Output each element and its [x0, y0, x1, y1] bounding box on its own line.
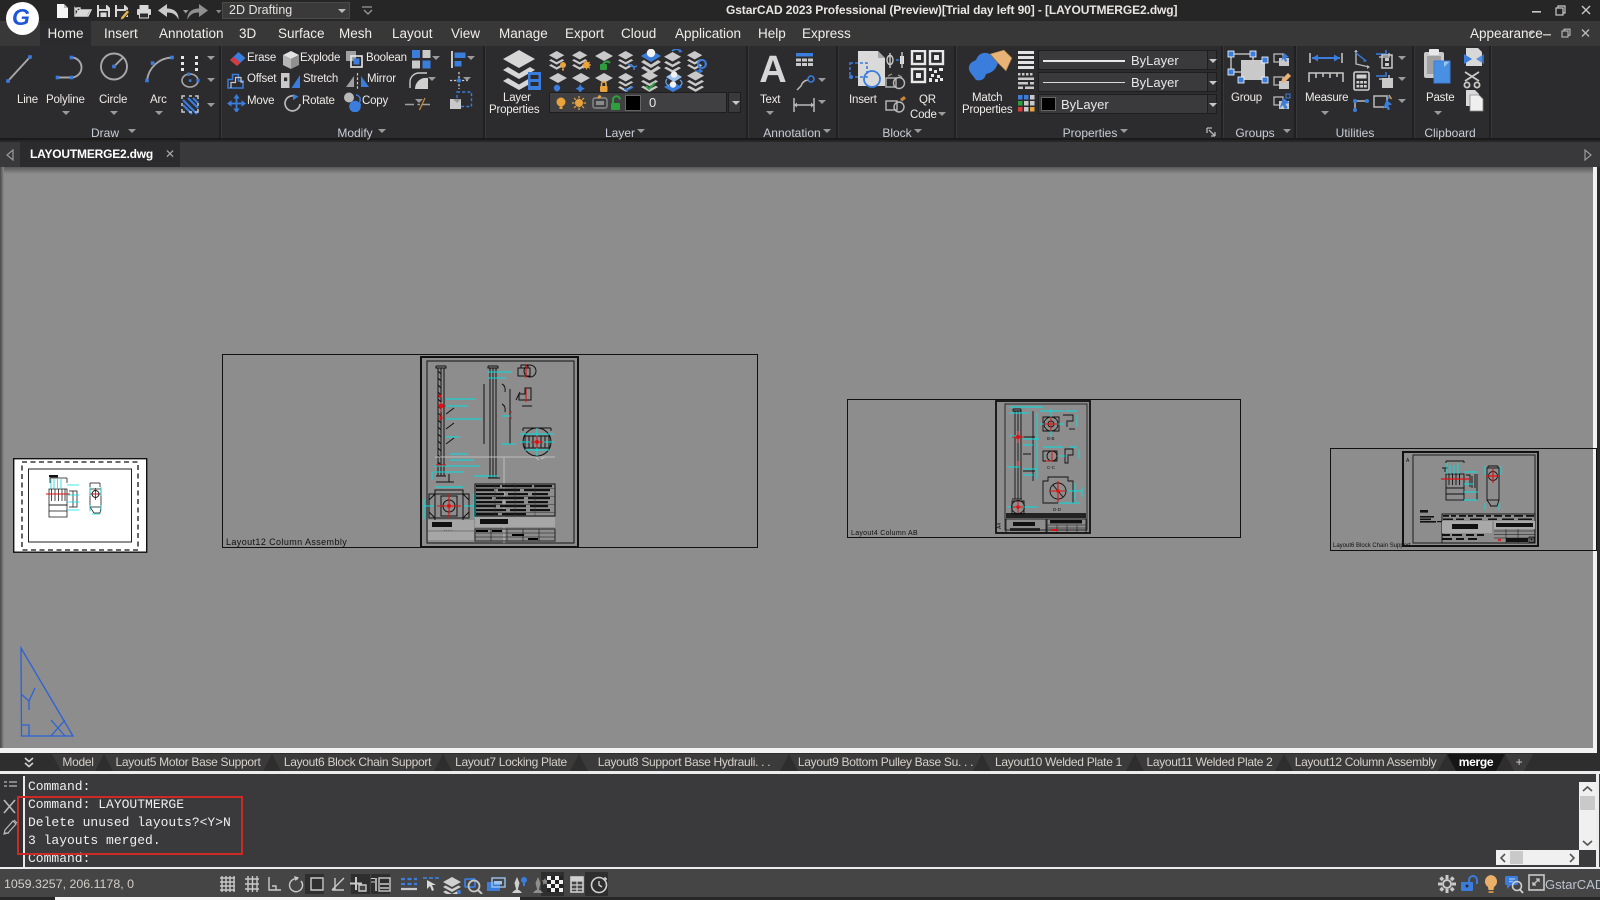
svg-text:Layout4 Column AB: Layout4 Column AB: [851, 530, 918, 537]
svg-text:Layout6 Block Chain Support: Layout6 Block Chain Support: [1333, 543, 1411, 549]
svg-text:Layout12 Column Assembly: Layout12 Column Assembly: [226, 537, 347, 547]
svg-text:A4: A4: [997, 523, 1003, 529]
svg-text:B-B: B-B: [1047, 436, 1055, 441]
svg-text:D-D: D-D: [1053, 507, 1062, 512]
svg-text:A: A: [759, 50, 786, 91]
svg-text:C-C: C-C: [1047, 465, 1056, 470]
svg-text:A: A: [1406, 458, 1410, 464]
